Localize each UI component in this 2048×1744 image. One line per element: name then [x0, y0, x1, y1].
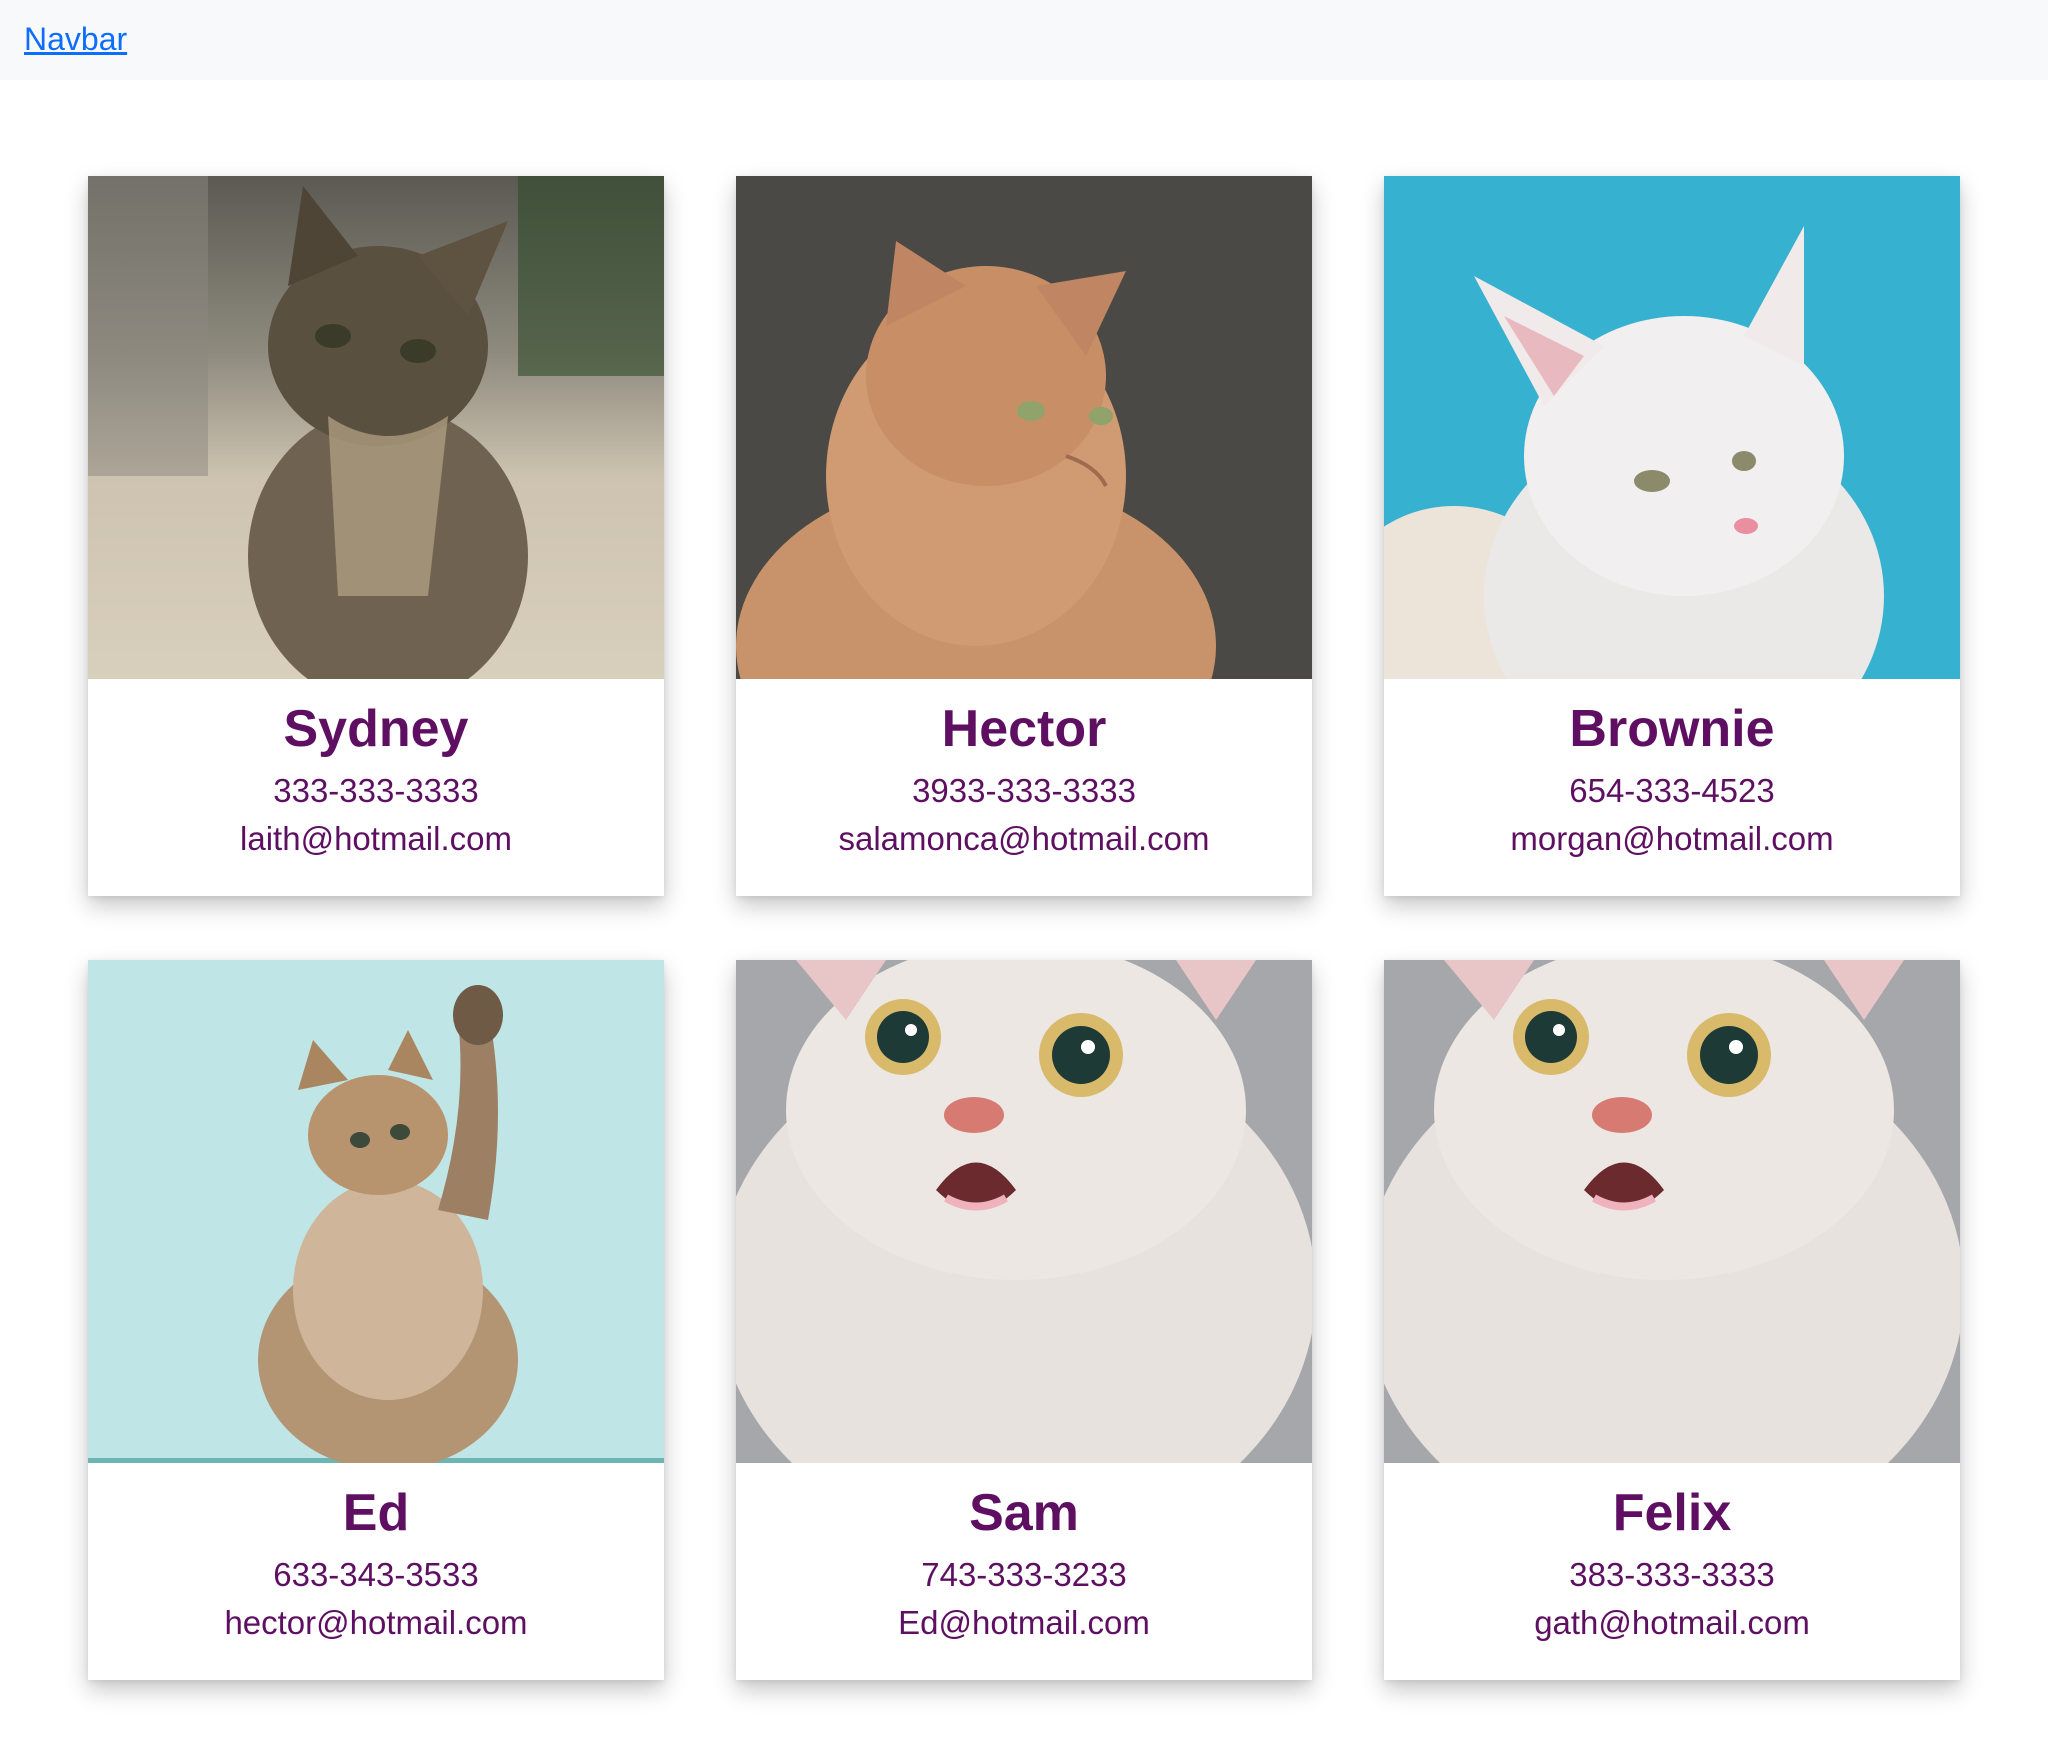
card-body: Brownie 654-333-4523 morgan@hotmail.com — [1384, 679, 1960, 896]
card-body: Ed 633-343-3533 hector@hotmail.com — [88, 1463, 664, 1680]
card-phone: 333-333-3333 — [273, 772, 479, 809]
card-phone: 654-333-4523 — [1569, 772, 1775, 809]
card-name: Ed — [342, 1484, 410, 1542]
card-grid: Sydney 333-333-3333 laith@hotmail.com He… — [88, 176, 1960, 1680]
card-name: Brownie — [1569, 700, 1775, 758]
card-email: gath@hotmail.com — [1534, 1604, 1810, 1641]
card-phone: 633-343-3533 — [273, 1556, 479, 1593]
card-phone: 3933-333-3333 — [912, 772, 1136, 809]
contact-card: Sam 743-333-3233 Ed@hotmail.com — [736, 960, 1312, 1680]
tabby-kitten-photo — [88, 176, 664, 679]
card-email: Ed@hotmail.com — [898, 1604, 1150, 1641]
card-body: Sam 743-333-3233 Ed@hotmail.com — [736, 1463, 1312, 1680]
card-name: Sydney — [283, 700, 469, 758]
card-email: laith@hotmail.com — [240, 820, 512, 857]
card-email: morgan@hotmail.com — [1510, 820, 1834, 857]
card-body: Sydney 333-333-3333 laith@hotmail.com — [88, 679, 664, 896]
white-cat-blue-background-photo — [1384, 176, 1960, 679]
surprised-white-cat-photo — [736, 960, 1312, 1463]
orange-maine-coon-photo — [736, 176, 1312, 679]
card-email: salamonca@hotmail.com — [838, 820, 1210, 857]
contact-card: Brownie 654-333-4523 morgan@hotmail.com — [1384, 176, 1960, 896]
card-body: Felix 383-333-3333 gath@hotmail.com — [1384, 1463, 1960, 1680]
contact-card: Sydney 333-333-3333 laith@hotmail.com — [88, 176, 664, 896]
card-name: Sam — [969, 1484, 1079, 1542]
contact-card: Hector 3933-333-3333 salamonca@hotmail.c… — [736, 176, 1312, 896]
card-body: Hector 3933-333-3333 salamonca@hotmail.c… — [736, 679, 1312, 896]
kitten-reaching-up-photo — [88, 960, 664, 1463]
card-name: Felix — [1612, 1484, 1732, 1542]
navbar-brand-link[interactable]: Navbar — [24, 19, 127, 59]
contact-card: Felix 383-333-3333 gath@hotmail.com — [1384, 960, 1960, 1680]
card-name: Hector — [941, 700, 1107, 758]
navbar: Navbar — [0, 0, 2048, 80]
card-phone: 383-333-3333 — [1569, 1556, 1775, 1593]
surprised-white-cat-photo — [1384, 960, 1960, 1463]
card-phone: 743-333-3233 — [921, 1556, 1127, 1593]
card-email: hector@hotmail.com — [224, 1604, 528, 1641]
contact-card: Ed 633-343-3533 hector@hotmail.com — [88, 960, 664, 1680]
